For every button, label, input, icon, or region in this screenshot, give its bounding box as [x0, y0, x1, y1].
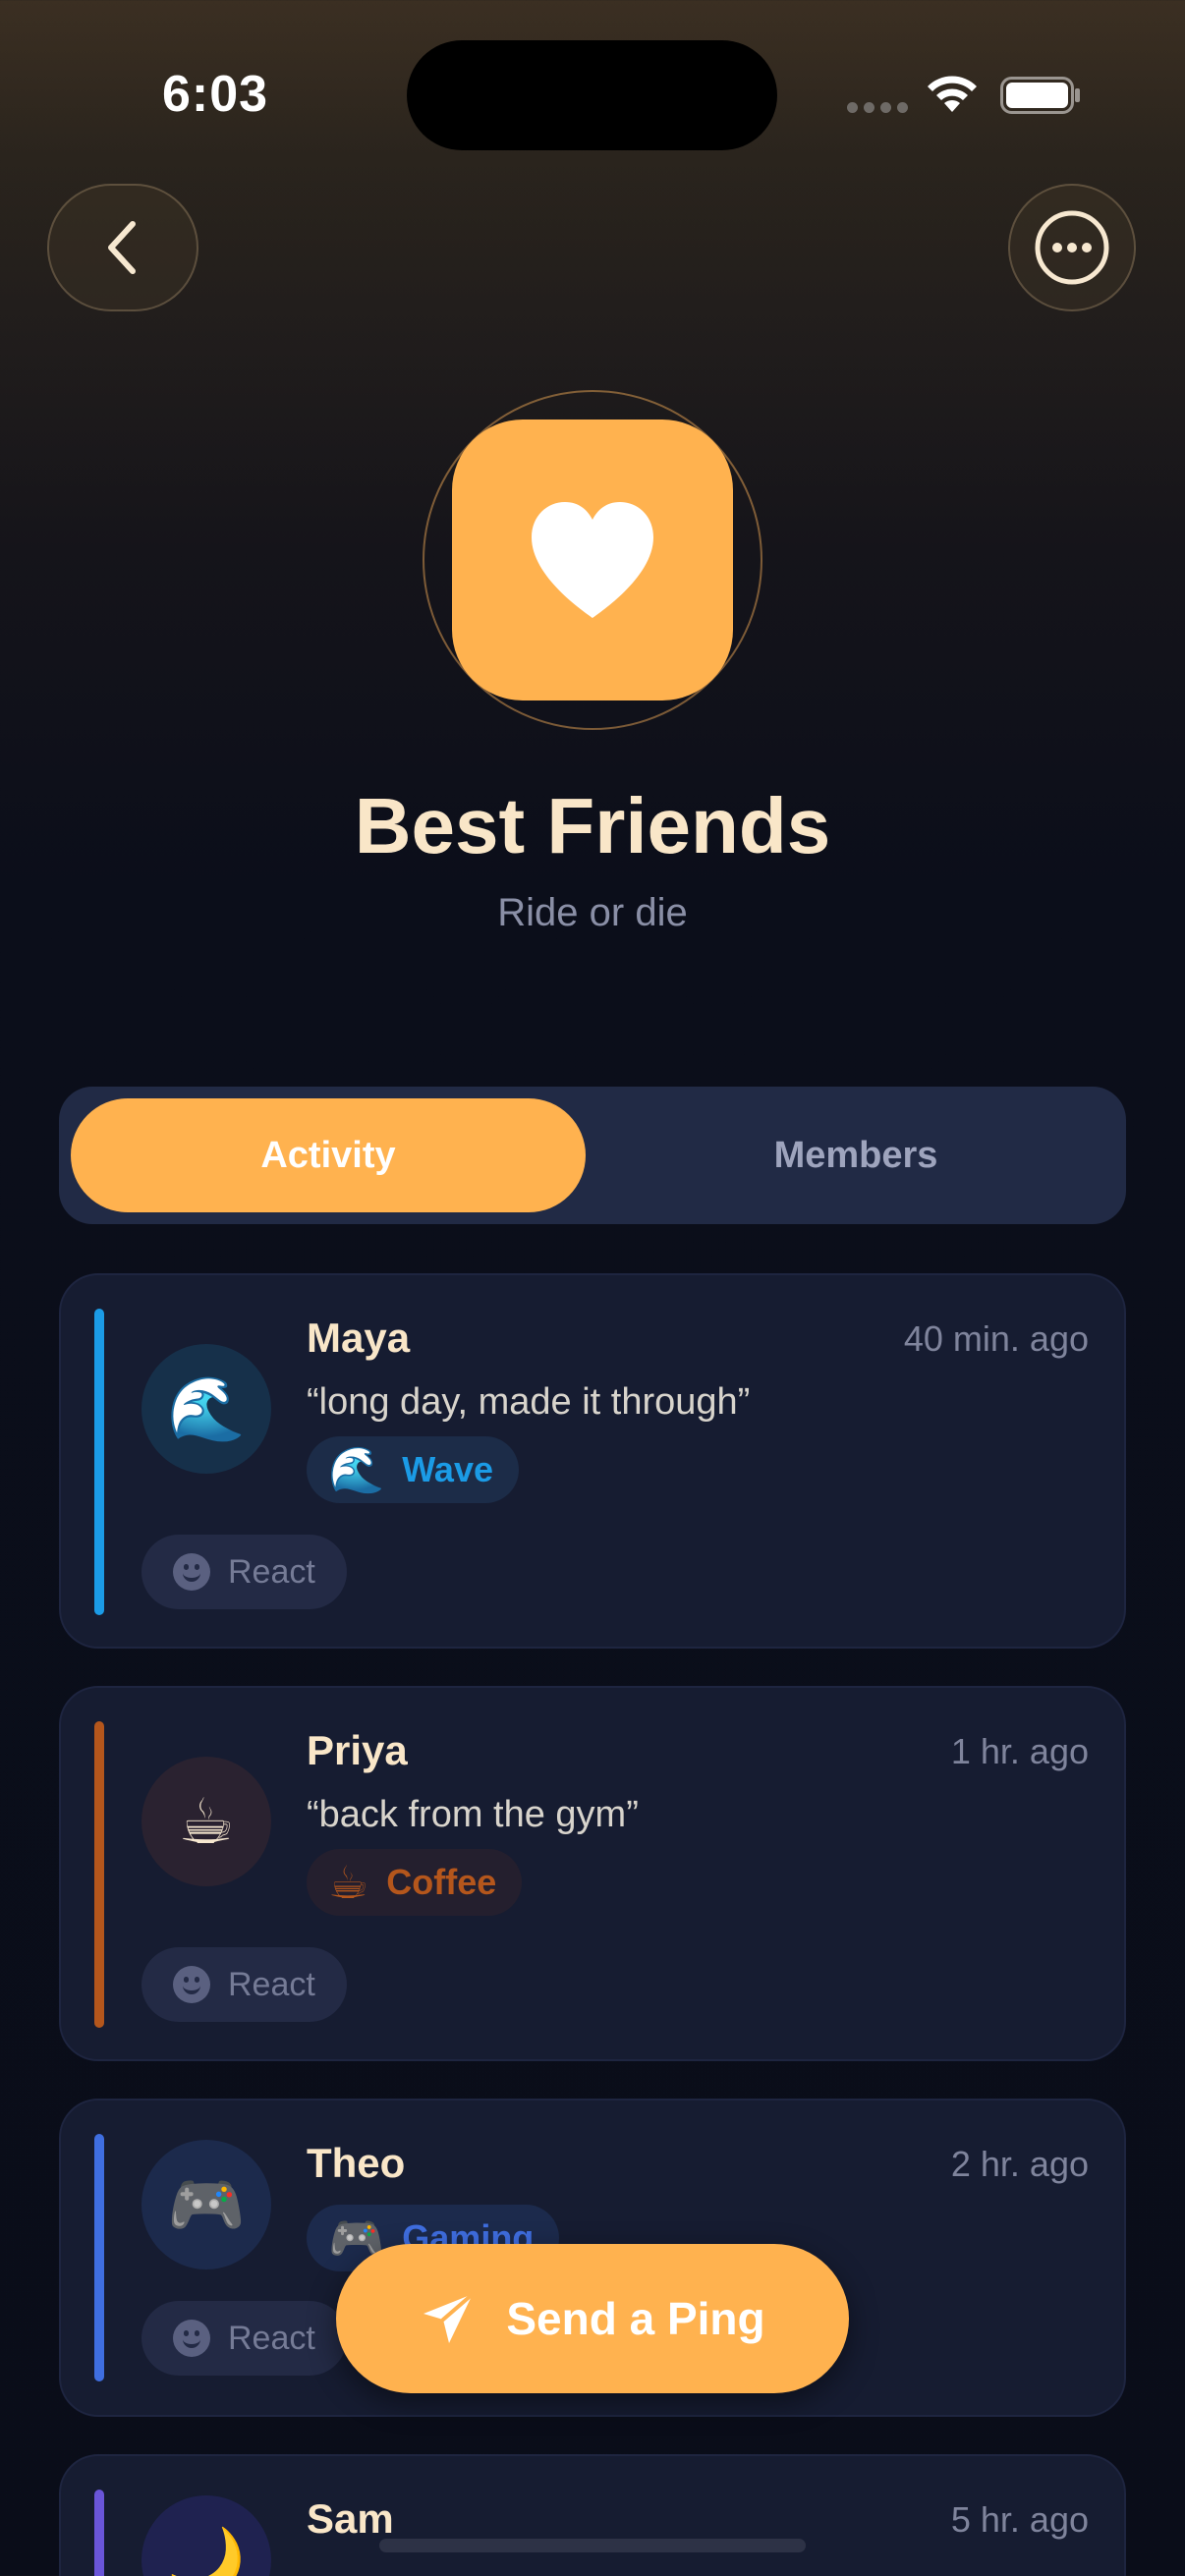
timestamp: 40 min. ago [903, 1318, 1089, 1359]
smiley-icon [173, 1553, 210, 1591]
react-label: React [228, 1965, 315, 2003]
group-avatar [452, 420, 733, 700]
react-label: React [228, 2319, 315, 2357]
react-label: React [228, 1552, 315, 1591]
status-chip: 🌊 Wave [307, 1436, 519, 1503]
member-name: Maya [307, 1315, 411, 1361]
tab-members[interactable]: Members [586, 1098, 1126, 1212]
tab-activity[interactable]: Activity [71, 1098, 586, 1212]
home-indicator [379, 2539, 806, 2552]
send-ping-button[interactable]: Send a Ping [336, 2244, 849, 2393]
avatar: ☕ [141, 1757, 271, 1886]
status-quote: “back from the gym” [307, 1794, 639, 1835]
group-subtitle: Ride or die [497, 891, 688, 934]
member-name: Sam [307, 2495, 394, 2542]
heart-icon [532, 502, 653, 618]
react-button[interactable]: React [141, 1947, 347, 2022]
send-ping-label: Send a Ping [506, 2293, 765, 2344]
cellular-signal-icon [847, 102, 908, 116]
timestamp: 2 hr. ago [950, 2144, 1089, 2184]
chip-label: Wave [402, 1449, 493, 1489]
more-button[interactable] [1008, 184, 1136, 311]
status-time: 6:03 [162, 66, 269, 123]
react-button[interactable]: React [141, 1535, 347, 1609]
accent-bar [94, 1721, 104, 2028]
wifi-icon [928, 76, 977, 112]
coffee-icon: ☕ [328, 1857, 369, 1908]
accent-bar [94, 2490, 104, 2576]
avatar: 🌊 [141, 1344, 271, 1474]
accent-bar [94, 1309, 104, 1615]
dynamic-island [407, 40, 777, 150]
paper-plane-icon [423, 2292, 476, 2343]
accent-bar [94, 2134, 104, 2381]
timestamp: 5 hr. ago [950, 2499, 1089, 2540]
member-name: Theo [307, 2140, 406, 2186]
member-name: Priya [307, 1727, 408, 1773]
back-button[interactable] [47, 184, 198, 311]
react-button[interactable]: React [141, 2301, 347, 2376]
wave-icon: 🌊 [328, 1443, 385, 1495]
ellipsis-circle-icon [1035, 210, 1109, 285]
status-chip: ☕ Coffee [307, 1849, 523, 1916]
smiley-icon [173, 2320, 210, 2357]
smiley-icon [173, 1966, 210, 2003]
chevron-left-icon [108, 221, 136, 274]
group-title: Best Friends [354, 782, 831, 869]
timestamp: 1 hr. ago [950, 1731, 1089, 1771]
status-quote: “long day, made it through” [307, 1381, 751, 1423]
battery-icon [1000, 77, 1080, 114]
avatar: 🎮 [141, 2140, 271, 2269]
chip-label: Coffee [386, 1862, 497, 1902]
